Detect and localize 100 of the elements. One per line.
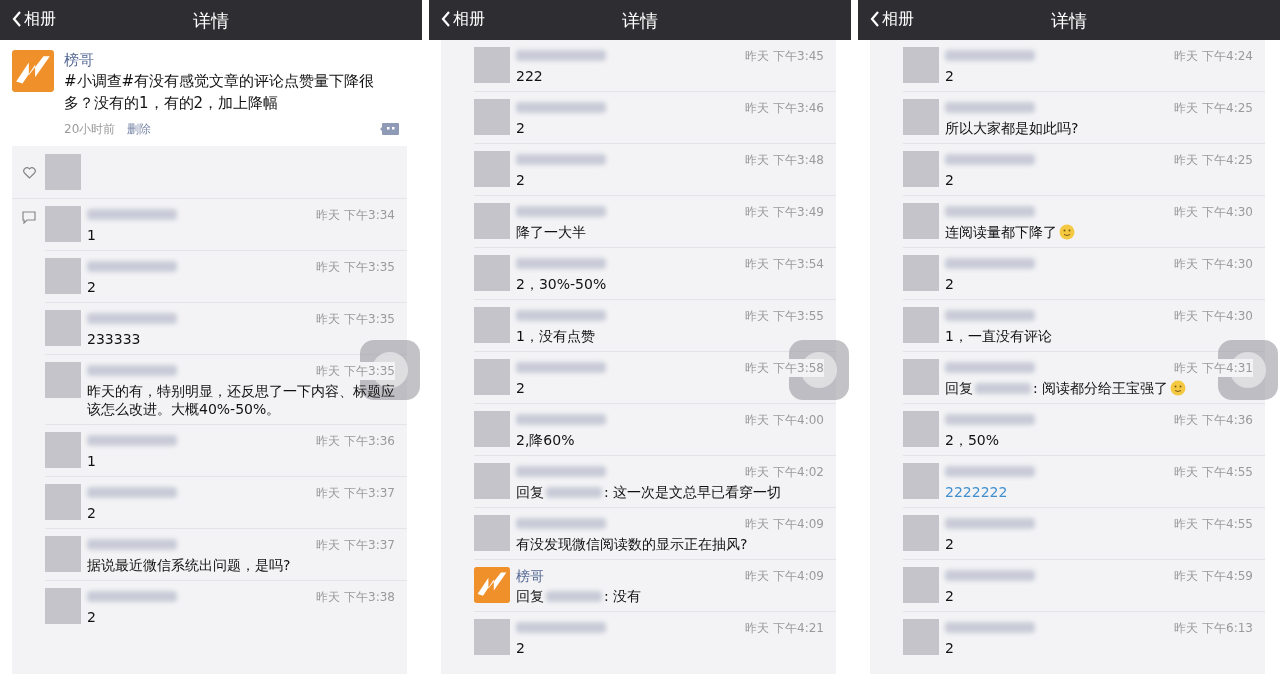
back-button[interactable]: 相册 bbox=[441, 7, 485, 31]
photo-placeholder bbox=[474, 255, 510, 291]
logo-avatar bbox=[12, 50, 54, 92]
comment-time: 昨天 下午3:54 bbox=[745, 255, 824, 273]
delete-link[interactable]: 删除 bbox=[127, 120, 152, 138]
comment-time: 昨天 下午4:30 bbox=[1174, 307, 1253, 325]
comment-time: 昨天 下午4:55 bbox=[1174, 515, 1253, 533]
comment-text: 2 bbox=[516, 119, 525, 137]
comment-text: 2 bbox=[945, 171, 954, 189]
photo-placeholder bbox=[45, 536, 81, 572]
comment-time: 昨天 下午4:09 bbox=[745, 515, 824, 533]
comment-text: 2 bbox=[516, 379, 525, 397]
comment-text: 有没发现微信阅读数的显示正在抽风? bbox=[516, 535, 748, 553]
post-time: 20小时前 bbox=[64, 121, 116, 138]
comment-text: 1 bbox=[87, 226, 96, 244]
blurred-name bbox=[546, 486, 602, 498]
comment-text: 连阅读量都下降了 bbox=[945, 223, 1075, 241]
comment-time: 昨天 下午3:45 bbox=[745, 47, 824, 65]
comment-time: 昨天 下午4:30 bbox=[1174, 203, 1253, 221]
comment-time: 昨天 下午4:09 bbox=[745, 567, 824, 585]
photo-placeholder bbox=[45, 588, 81, 624]
back-button[interactable]: 相册 bbox=[870, 7, 914, 31]
photo-placeholder bbox=[474, 151, 510, 187]
photo-placeholder bbox=[903, 255, 939, 291]
comment-time: 昨天 下午3:55 bbox=[745, 307, 824, 325]
comment-time: 昨天 下午4:21 bbox=[745, 619, 824, 637]
comment-text: 2，50% bbox=[945, 431, 1000, 449]
photo-placeholder bbox=[903, 203, 939, 239]
comment-time: 昨天 下午4:00 bbox=[745, 411, 824, 429]
comment-time: 昨天 下午3:36 bbox=[316, 432, 395, 450]
photo-placeholder bbox=[903, 567, 939, 603]
photo-placeholder bbox=[903, 411, 939, 447]
link-text[interactable]: 2222222 bbox=[945, 483, 1008, 501]
comment-time: 昨天 下午4:36 bbox=[1174, 411, 1253, 429]
blurred-name bbox=[975, 382, 1031, 394]
photo-placeholder bbox=[903, 619, 939, 655]
comment-time: 昨天 下午3:35 bbox=[316, 258, 395, 276]
comment-text: : 这一次是文总早已看穿一切 bbox=[604, 483, 782, 501]
photo-placeholder bbox=[903, 307, 939, 343]
photo-placeholder bbox=[45, 484, 81, 520]
photo-placeholder bbox=[45, 432, 81, 468]
photo-placeholder bbox=[903, 463, 939, 499]
photo-placeholder bbox=[45, 362, 81, 398]
page-title: 详情 bbox=[1051, 8, 1087, 33]
comment-text: 2 bbox=[945, 587, 954, 605]
comment-text: 233333 bbox=[87, 330, 141, 348]
comment-time: 昨天 下午3:46 bbox=[745, 99, 824, 117]
comment-text: 降了一大半 bbox=[516, 223, 586, 241]
comment-time: 昨天 下午4:30 bbox=[1174, 255, 1253, 273]
author-name[interactable]: 榜哥 bbox=[64, 50, 410, 70]
photo-placeholder bbox=[474, 99, 510, 135]
comment-text: 1，没有点赞 bbox=[516, 327, 595, 345]
comment-time: 昨天 下午3:58 bbox=[745, 359, 824, 377]
photo-placeholder bbox=[903, 359, 939, 395]
back-button[interactable]: 相册 bbox=[12, 7, 56, 31]
chevron-left-icon bbox=[12, 10, 22, 28]
heart-icon bbox=[23, 167, 36, 179]
comment-time: 昨天 下午4:55 bbox=[1174, 463, 1253, 481]
reply-label: 回复 bbox=[516, 483, 544, 501]
comment-text: 2 bbox=[945, 639, 954, 657]
chevron-left-icon bbox=[441, 10, 451, 28]
photo-placeholder bbox=[474, 359, 510, 395]
photo-placeholder bbox=[903, 99, 939, 135]
reply-label: 回复 bbox=[516, 587, 544, 605]
photo-placeholder bbox=[474, 47, 510, 83]
comment-text: 2 bbox=[87, 504, 96, 522]
photo-placeholder bbox=[903, 515, 939, 551]
photo-placeholder bbox=[474, 307, 510, 343]
page-title: 详情 bbox=[193, 8, 229, 33]
comment-text: 所以大家都是如此吗? bbox=[945, 119, 1079, 137]
comment-bubble-icon[interactable] bbox=[380, 122, 400, 136]
comment-text: 据说最近微信系统出问题，是吗? bbox=[87, 556, 291, 574]
photo-placeholder bbox=[45, 154, 81, 190]
comment-time: 昨天 下午6:13 bbox=[1174, 619, 1253, 637]
comment-text: 2 bbox=[516, 171, 525, 189]
photo-placeholder bbox=[903, 47, 939, 83]
comment-time: 昨天 下午3:35 bbox=[316, 310, 395, 328]
comment-time: 昨天 下午3:34 bbox=[316, 206, 395, 224]
photo-placeholder bbox=[903, 151, 939, 187]
comment-time: 昨天 下午4:25 bbox=[1174, 99, 1253, 117]
photo-placeholder bbox=[474, 619, 510, 655]
blurred-name bbox=[546, 590, 602, 602]
comment-text: 2,降60% bbox=[516, 431, 575, 449]
photo-placeholder bbox=[45, 206, 81, 242]
reply-label: 回复 bbox=[945, 379, 973, 397]
comment-time: 昨天 下午4:24 bbox=[1174, 47, 1253, 65]
comment-text: 222 bbox=[516, 67, 543, 85]
comment-text: 2 bbox=[945, 535, 954, 553]
comment-text: 2 bbox=[87, 608, 96, 626]
comment-text: 2 bbox=[516, 639, 525, 657]
comment-text: 1 bbox=[87, 452, 96, 470]
photo-placeholder bbox=[474, 411, 510, 447]
comment-text: : 没有 bbox=[604, 587, 642, 605]
comment-time: 昨天 下午4:31 bbox=[1174, 359, 1253, 377]
comment-text: 2 bbox=[945, 275, 954, 293]
logo-avatar bbox=[474, 567, 510, 603]
comment-time: 昨天 下午3:35 bbox=[316, 362, 395, 380]
commenter-name[interactable]: 榜哥 bbox=[516, 567, 544, 585]
photo-placeholder bbox=[45, 310, 81, 346]
comment-text: : 阅读都分给王宝强了 bbox=[1033, 379, 1187, 397]
